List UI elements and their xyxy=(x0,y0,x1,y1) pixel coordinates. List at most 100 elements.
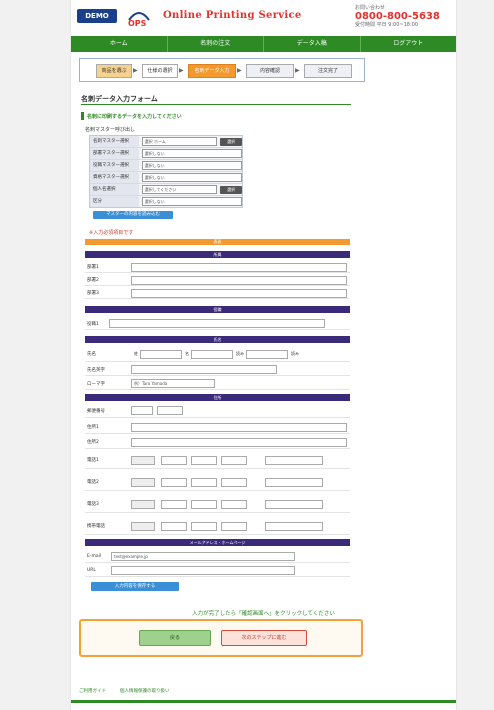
phone-number[interactable]: 0800-800-5638 xyxy=(355,11,451,22)
nav-logout[interactable]: ログアウト xyxy=(361,36,457,52)
phone-1-area-input[interactable] xyxy=(161,455,187,465)
field-label: 氏名 xyxy=(87,352,96,357)
global-nav: ホーム 名刺の注文 データ入稿 ログアウト xyxy=(71,36,456,52)
department-3-input[interactable] xyxy=(131,288,347,298)
address-1-input[interactable] xyxy=(131,422,347,432)
mobile-last-input[interactable] xyxy=(221,521,247,531)
order-steps: 商品を選ぶ ▶ 仕様の選択 ▶ 名刺データ入力 ▶ 内容確認 ▶ 注文完了 xyxy=(79,58,365,82)
step-1: 商品を選ぶ xyxy=(96,64,132,78)
master-row: 部署マスター選択 選択しない xyxy=(90,148,242,160)
svg-text:OPS: OPS xyxy=(128,19,147,28)
footer-links: ご利用ガイド 個人情報保護の取り扱い xyxy=(79,688,170,694)
mobile-type-select[interactable] xyxy=(131,521,155,531)
mobile-area-input[interactable] xyxy=(161,521,187,531)
phone-1-last-input[interactable] xyxy=(221,455,247,465)
master-select[interactable]: 選択しない xyxy=(141,173,242,182)
save-data-button[interactable]: 入力内容を保存する xyxy=(91,582,179,591)
footer-link-privacy[interactable]: 個人情報保護の取り扱い xyxy=(120,688,170,694)
romaji-input[interactable]: 例）Taro Yamada xyxy=(131,379,215,388)
master-select-button[interactable]: 選択 xyxy=(220,137,242,146)
nav-home[interactable]: ホーム xyxy=(71,36,168,52)
form-row: 住所1 xyxy=(85,421,350,434)
form-row: 電話2 xyxy=(85,474,350,491)
form-row: 氏名 姓 名 読み 読み xyxy=(85,347,350,362)
master-select[interactable]: 選択しない xyxy=(141,197,242,206)
master-select[interactable]: 選択しない xyxy=(141,149,242,158)
title-band: 役職 xyxy=(85,306,350,313)
phone-3-ext-input[interactable] xyxy=(265,499,323,509)
master-row: 役職マスター選択 選択しない xyxy=(90,160,242,172)
last-name-input[interactable] xyxy=(140,349,182,359)
page-container: DEMO OPS Online Printing Service お問い合わせ … xyxy=(70,0,457,710)
title-1-input[interactable] xyxy=(109,319,325,328)
form-row: 電話3 xyxy=(85,496,350,513)
phone-2-mid-input[interactable] xyxy=(191,477,217,487)
master-row-label: 名刺マスター選択 xyxy=(90,136,139,147)
phone-2-last-input[interactable] xyxy=(221,477,247,487)
form-row: 部署2 xyxy=(85,275,350,286)
load-master-button[interactable]: マスターの内容を読み込む xyxy=(93,211,173,219)
field-label: 氏名英字 xyxy=(87,367,105,373)
last-name-kana-input[interactable] xyxy=(246,349,288,359)
address-2-input[interactable] xyxy=(131,437,347,447)
phone-3-type-select[interactable] xyxy=(131,499,155,509)
field-label: 電話3 xyxy=(87,502,99,507)
master-select[interactable]: 選択 ホーム xyxy=(141,137,218,146)
phone-2-type-select[interactable] xyxy=(131,477,155,487)
department-2-input[interactable] xyxy=(131,275,347,285)
phone-1-mid-input[interactable] xyxy=(191,455,217,465)
phone-2-area-input[interactable] xyxy=(161,477,187,487)
master-select-button[interactable]: 選択 xyxy=(220,185,242,194)
form-row: 携帯電話 xyxy=(85,518,350,535)
mobile-ext-input[interactable] xyxy=(265,521,323,531)
phone-1-type-select[interactable] xyxy=(131,455,155,465)
mobile-mid-input[interactable] xyxy=(191,521,217,531)
master-select[interactable]: 選択しない xyxy=(141,161,242,170)
ops-logo-icon: OPS xyxy=(128,12,150,28)
next-step-button[interactable]: 次のステップに進む xyxy=(221,630,307,646)
field-label: 電話2 xyxy=(87,480,99,485)
phone-3-last-input[interactable] xyxy=(221,499,247,509)
email-input[interactable]: test@example.jp xyxy=(111,552,295,561)
field-label: 部署2 xyxy=(87,278,99,283)
phone-1-ext-input[interactable] xyxy=(265,455,323,465)
footer-link-guide[interactable]: ご利用ガイド xyxy=(79,688,106,694)
field-label: 郵便番号 xyxy=(87,408,105,414)
name-band: 氏名 xyxy=(85,336,350,343)
master-row-label: 部署マスター選択 xyxy=(90,148,139,159)
postal-code-1-input[interactable] xyxy=(131,406,153,415)
master-select[interactable]: 選択してください xyxy=(141,185,218,194)
form-row: ローマ字 例）Taro Yamada xyxy=(85,378,350,390)
master-row-label: 個人名選択 xyxy=(90,184,139,195)
field-label: ローマ字 xyxy=(87,381,105,387)
step-5: 注文完了 xyxy=(304,64,352,78)
master-label: 名刺マスター呼び出し xyxy=(85,127,136,133)
form-row: 氏名英字 xyxy=(85,364,350,376)
form-row: 部署1 xyxy=(85,262,350,273)
phone-3-mid-input[interactable] xyxy=(191,499,217,509)
address-band: 住所 xyxy=(85,394,350,401)
master-row: 個人名選択 選択してください 選択 xyxy=(90,184,242,196)
url-input[interactable] xyxy=(111,566,295,575)
name-english-input[interactable] xyxy=(131,365,277,374)
site-header: DEMO OPS Online Printing Service お問い合わせ … xyxy=(71,0,456,36)
postal-code-2-input[interactable] xyxy=(157,406,183,415)
back-button[interactable]: 戻る xyxy=(139,630,211,646)
department-1-input[interactable] xyxy=(131,262,347,272)
field-label: 役職1 xyxy=(87,321,99,327)
nav-upload[interactable]: データ入稿 xyxy=(264,36,361,52)
field-label: 部署1 xyxy=(87,265,99,270)
nav-order[interactable]: 名刺の注文 xyxy=(168,36,264,52)
step-arrow-icon: ▶ xyxy=(295,67,300,74)
field-label: 住所2 xyxy=(87,440,99,445)
form-row: URL xyxy=(85,565,350,577)
field-caption: 読み xyxy=(236,351,244,356)
master-row-label: 資格マスター選択 xyxy=(90,172,139,183)
first-name-input[interactable] xyxy=(191,349,233,359)
front-side-band: 表面 xyxy=(85,239,350,245)
phone-2-ext-input[interactable] xyxy=(265,477,323,487)
phone-3-area-input[interactable] xyxy=(161,499,187,509)
note-marker xyxy=(81,112,84,120)
step-arrow-icon: ▶ xyxy=(133,67,138,74)
required-note: ※入力必須項目です xyxy=(89,230,134,236)
